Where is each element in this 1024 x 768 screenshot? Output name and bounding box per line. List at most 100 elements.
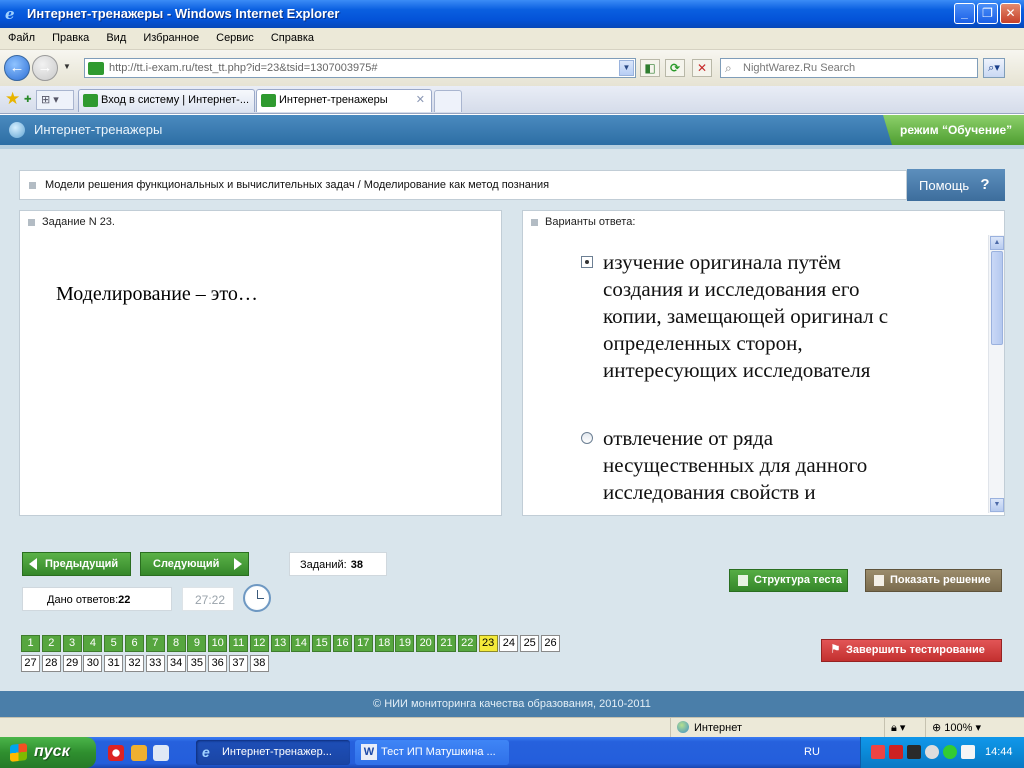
- prev-button[interactable]: Предыдущий: [22, 552, 131, 576]
- question-number-15[interactable]: 15: [312, 635, 332, 652]
- maximize-button[interactable]: ❐: [977, 3, 998, 24]
- question-number-30[interactable]: 30: [83, 655, 103, 672]
- question-number-31[interactable]: 31: [104, 655, 124, 672]
- kaspersky-icon[interactable]: [889, 745, 903, 759]
- address-dropdown-button[interactable]: ▼: [619, 60, 634, 76]
- forward-arrow-icon: →: [37, 59, 53, 76]
- antivirus-icon[interactable]: [871, 745, 885, 759]
- menu-file[interactable]: Файл: [0, 28, 41, 44]
- refresh-icon[interactable]: ⟳: [665, 59, 685, 77]
- protected-mode[interactable]: 🔒︎ ▾: [884, 718, 924, 737]
- question-number-3[interactable]: 3: [62, 635, 82, 652]
- question-number-29[interactable]: 29: [62, 655, 82, 672]
- stop-icon[interactable]: ✕: [692, 59, 712, 77]
- forward-button[interactable]: →: [32, 55, 58, 81]
- question-number-37[interactable]: 37: [229, 655, 248, 672]
- site-favicon-icon: [88, 62, 104, 75]
- menu-edit[interactable]: Правка: [44, 28, 95, 44]
- new-tab-button[interactable]: [434, 90, 462, 112]
- question-number-5[interactable]: 5: [104, 635, 124, 652]
- tab-login[interactable]: Вход в систему | Интернет-...: [78, 89, 255, 112]
- scroll-up-icon[interactable]: ▲: [990, 236, 1004, 250]
- question-number-36[interactable]: 36: [208, 655, 228, 672]
- answer-radio[interactable]: [581, 432, 593, 444]
- close-window-button[interactable]: ✕: [1000, 3, 1021, 24]
- show-solution-button[interactable]: Показать решение: [865, 569, 1002, 592]
- question-number-33[interactable]: 33: [145, 655, 165, 672]
- language-indicator[interactable]: RU: [804, 746, 820, 758]
- question-number-17[interactable]: 17: [353, 635, 373, 652]
- question-number-4[interactable]: 4: [83, 635, 103, 652]
- question-number-26[interactable]: 26: [541, 635, 560, 652]
- question-number-19[interactable]: 19: [395, 635, 415, 652]
- address-field[interactable]: http://tt.i-exam.ru/test_tt.php?id=23&ts…: [84, 58, 636, 78]
- question-number-21[interactable]: 21: [437, 635, 456, 652]
- question-number-20[interactable]: 20: [416, 635, 436, 652]
- scroll-thumb[interactable]: [991, 251, 1003, 345]
- menu-favorites[interactable]: Избранное: [135, 28, 205, 44]
- back-button[interactable]: ←: [4, 55, 30, 81]
- question-number-27[interactable]: 27: [21, 655, 40, 672]
- question-number-2[interactable]: 2: [41, 635, 61, 652]
- question-number-22[interactable]: 22: [457, 635, 477, 652]
- topic-bar: Модели решения функциональных и вычислит…: [19, 170, 907, 200]
- tab-trainers[interactable]: Интернет-тренажеры ✕: [256, 89, 432, 112]
- question-number-23[interactable]: 23: [478, 635, 498, 652]
- zoom-control[interactable]: ⊕ 100% ▾: [925, 718, 1024, 737]
- close-tab-icon[interactable]: ✕: [416, 93, 425, 106]
- question-number-32[interactable]: 32: [125, 655, 144, 672]
- question-number-14[interactable]: 14: [291, 635, 311, 652]
- next-button[interactable]: Следующий: [140, 552, 249, 576]
- compatibility-view-icon[interactable]: ◧: [640, 59, 660, 77]
- quick-tabs-button[interactable]: ⊞ ▾: [36, 90, 74, 110]
- finish-test-button[interactable]: ⚑ Завершить тестирование: [821, 639, 1002, 662]
- menu-tools[interactable]: Сервис: [208, 28, 260, 44]
- menu-help[interactable]: Справка: [263, 28, 320, 44]
- question-number-7[interactable]: 7: [145, 635, 165, 652]
- taskbar-item-ie[interactable]: e Интернет-тренажер...: [196, 740, 350, 765]
- volume-icon[interactable]: [925, 745, 939, 759]
- question-number-6[interactable]: 6: [125, 635, 144, 652]
- history-dropdown[interactable]: ▼: [63, 62, 73, 72]
- question-number-1[interactable]: 1: [21, 635, 40, 652]
- question-number-16[interactable]: 16: [333, 635, 352, 652]
- search-provider-icon: ⌕: [725, 61, 732, 75]
- answers-scrollbar[interactable]: ▲ ▼: [988, 235, 1004, 513]
- question-number-38[interactable]: 38: [249, 655, 269, 672]
- question-number-8[interactable]: 8: [166, 635, 186, 652]
- help-button[interactable]: Помощь ?: [907, 169, 1005, 201]
- question-number-35[interactable]: 35: [187, 655, 207, 672]
- search-input[interactable]: ⌕ NightWarez.Ru Search: [720, 58, 978, 78]
- question-number-9[interactable]: 9: [187, 635, 207, 652]
- start-button[interactable]: пуск: [0, 737, 96, 768]
- question-number-25[interactable]: 25: [520, 635, 540, 652]
- show-desktop-icon[interactable]: [153, 745, 169, 761]
- taskbar-item-word[interactable]: W Тест ИП Матушкина ...: [355, 740, 509, 765]
- add-favorites-icon[interactable]: ✚: [24, 94, 32, 105]
- question-number-12[interactable]: 12: [249, 635, 269, 652]
- test-structure-button[interactable]: Структура теста: [729, 569, 848, 592]
- clipboard-icon[interactable]: [961, 745, 975, 759]
- answer-option[interactable]: отвлечение от ряда несущественных для да…: [581, 425, 911, 506]
- question-number-11[interactable]: 11: [229, 635, 248, 652]
- answered-counter: Дано ответов:22: [22, 587, 172, 611]
- site-favicon-icon: [261, 94, 276, 107]
- answer-checkbox-selected[interactable]: [581, 256, 593, 268]
- opera-icon[interactable]: [108, 745, 124, 761]
- timer-display: 27:22: [182, 587, 234, 611]
- search-button[interactable]: ⌕▾: [983, 58, 1005, 78]
- favorites-star-icon[interactable]: ★: [5, 89, 20, 109]
- question-number-18[interactable]: 18: [374, 635, 394, 652]
- network-icon[interactable]: [907, 745, 921, 759]
- update-icon[interactable]: [943, 745, 957, 759]
- question-number-13[interactable]: 13: [270, 635, 290, 652]
- answer-option[interactable]: изучение оригинала путём создания и иссл…: [581, 249, 911, 384]
- media-icon[interactable]: [131, 745, 147, 761]
- question-number-24[interactable]: 24: [499, 635, 519, 652]
- menu-view[interactable]: Вид: [98, 28, 132, 44]
- minimize-button[interactable]: _: [954, 3, 975, 24]
- question-number-10[interactable]: 10: [208, 635, 228, 652]
- question-number-28[interactable]: 28: [41, 655, 61, 672]
- scroll-down-icon[interactable]: ▼: [990, 498, 1004, 512]
- question-number-34[interactable]: 34: [166, 655, 186, 672]
